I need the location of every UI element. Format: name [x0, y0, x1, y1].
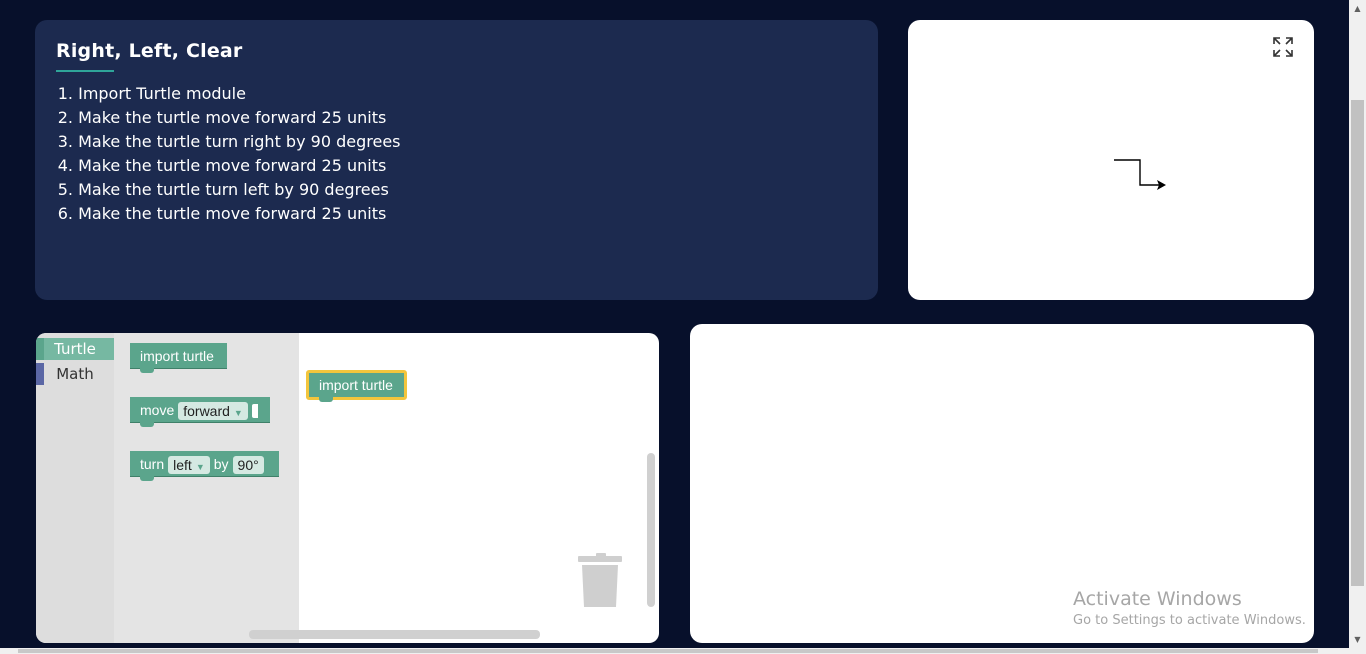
import-turtle-block[interactable]: import turtle: [130, 343, 227, 373]
move-block[interactable]: move forward ▼: [130, 397, 270, 427]
workspace-vertical-scrollbar[interactable]: [647, 453, 655, 607]
toolbox: Turtle Math: [36, 333, 114, 643]
scrollbar-thumb[interactable]: [1351, 100, 1364, 586]
workspace-horizontal-scrollbar[interactable]: [249, 630, 540, 639]
title-underline: [56, 70, 114, 72]
toolbox-category-math[interactable]: Math: [36, 363, 114, 385]
move-direction-dropdown[interactable]: forward ▼: [178, 402, 248, 421]
scroll-down-icon[interactable]: ▼: [1349, 631, 1366, 648]
step-item: 3. Make the turtle turn right by 90 degr…: [57, 132, 401, 151]
turtle-path: [1114, 159, 1166, 190]
step-item: 1. Import Turtle module: [57, 84, 246, 103]
turn-angle-field[interactable]: 90°: [232, 456, 264, 475]
scrollbar-thumb[interactable]: [18, 649, 1318, 653]
block-editor[interactable]: Turtle Math import turtle move forward ▼ t…: [36, 333, 659, 643]
turn-block[interactable]: turn left ▼ by 90°: [130, 451, 279, 481]
dropdown-caret-icon: ▼: [233, 408, 243, 419]
step-item: 5. Make the turtle turn left by 90 degre…: [57, 180, 389, 199]
step-item: 2. Make the turtle move forward 25 units: [57, 108, 387, 127]
step-item: 6. Make the turtle move forward 25 units: [57, 204, 387, 223]
task-panel: Right, Left, Clear 1. Import Turtle modu…: [35, 20, 878, 300]
turtle-canvas: [908, 20, 1314, 300]
trash-icon[interactable]: [578, 553, 622, 609]
activate-windows-watermark: Activate Windows Go to Settings to activ…: [1073, 588, 1306, 628]
block-flyout: import turtle move forward ▼ turn left ▼ by 90…: [114, 333, 299, 643]
scroll-up-icon[interactable]: ▲: [1349, 0, 1366, 17]
page-horizontal-scrollbar[interactable]: [0, 648, 1349, 654]
page-vertical-scrollbar[interactable]: ▲ ▼: [1349, 0, 1366, 654]
step-item: 4. Make the turtle move forward 25 units: [57, 156, 387, 175]
dropdown-caret-icon: ▼: [195, 462, 205, 473]
workspace-import-turtle-block[interactable]: import turtle: [306, 370, 407, 402]
step-list: 1. Import Turtle module 2. Make the turt…: [56, 82, 857, 226]
turn-direction-dropdown[interactable]: left ▼: [168, 456, 210, 475]
toolbox-category-turtle[interactable]: Turtle: [36, 338, 114, 360]
value-socket: [251, 404, 258, 419]
task-title: Right, Left, Clear: [56, 40, 243, 62]
